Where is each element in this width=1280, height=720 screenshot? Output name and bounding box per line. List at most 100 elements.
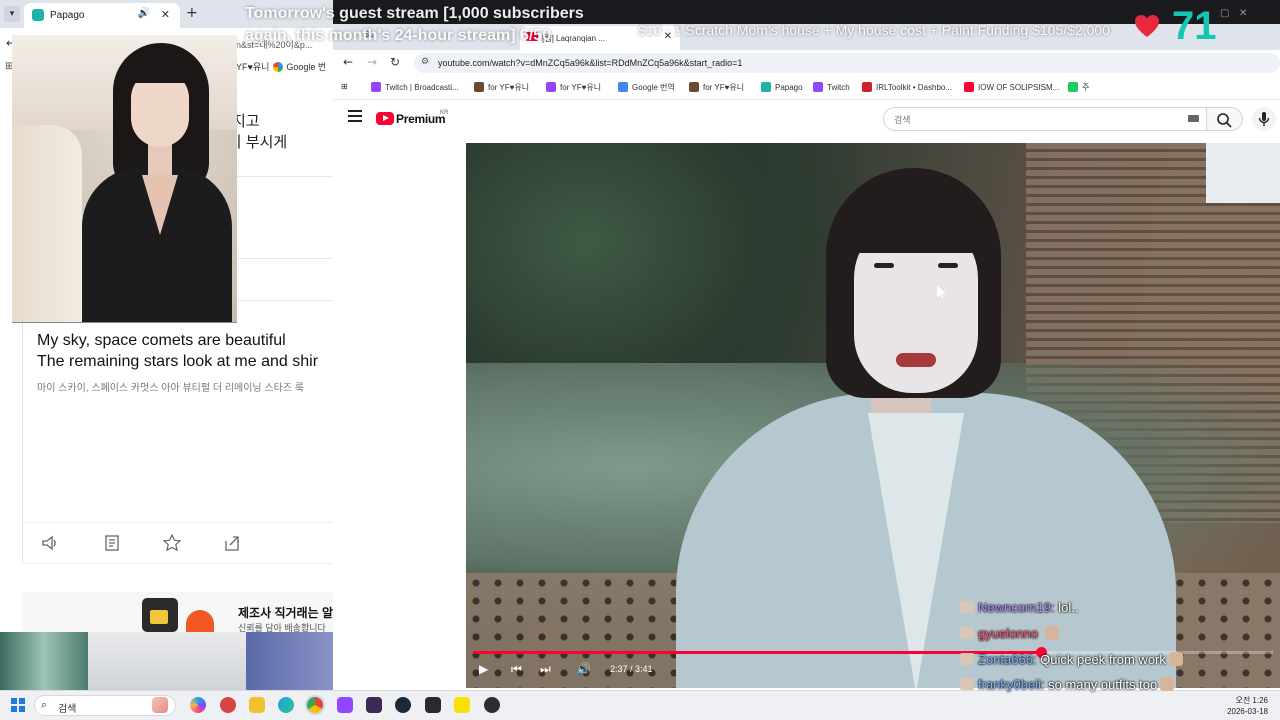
new-tab-button[interactable]: + <box>186 5 198 21</box>
search-button[interactable] <box>1207 107 1243 131</box>
thumbnail[interactable] <box>246 632 333 690</box>
clock-time: 오전 1:26 <box>1235 696 1268 705</box>
tab-close-icon[interactable]: ✕ <box>161 8 170 21</box>
youtube-logo-icon[interactable] <box>376 112 394 125</box>
ad-title[interactable]: 제조사 직거래는 알 <box>238 604 333 621</box>
speaker-icon[interactable] <box>40 533 60 553</box>
bookmark-icon <box>371 82 381 92</box>
search-placeholder: 검색 <box>894 115 911 125</box>
region-label: KR <box>440 110 449 116</box>
chat-avatar-icon <box>960 678 974 690</box>
search-app-icon[interactable] <box>220 697 236 713</box>
volume-icon[interactable]: 🔊 <box>576 662 591 676</box>
menu-icon[interactable] <box>348 110 362 122</box>
site-info-icon[interactable]: ⚙ <box>421 57 429 67</box>
tab-search-dropdown[interactable]: ▾ <box>4 6 20 22</box>
bookmark-item[interactable]: for YF♥유니 <box>546 82 601 93</box>
chat-emote-icon <box>1160 677 1175 691</box>
bookmark-item[interactable]: Twitch | Broadcasti... <box>371 82 459 92</box>
bookmark-item[interactable]: Google 번역 <box>618 82 675 93</box>
search-input[interactable] <box>883 107 1207 131</box>
chrome-icon[interactable] <box>307 697 323 713</box>
bookmark-label: for YF♥유니 <box>560 83 602 92</box>
youtube-logo-text[interactable]: Premium <box>396 112 446 126</box>
apps-grid-icon[interactable]: ⊞ <box>341 82 348 91</box>
address-text[interactable]: youtube.com/watch?v=dMnZCq5a96k&list=RDd… <box>438 58 742 68</box>
divider <box>236 176 333 177</box>
back-icon[interactable]: ← <box>343 55 353 69</box>
stream-goal-line-2: again, this month's 24-hour stream] 6/50 <box>245 27 552 44</box>
next-icon[interactable]: ⏭ <box>540 662 551 677</box>
chat-message: gyuelonno <box>960 626 1059 641</box>
kakaotalk-icon[interactable] <box>454 697 470 713</box>
previous-icon[interactable]: ⏮ <box>511 662 522 677</box>
app-icon[interactable] <box>484 697 500 713</box>
translation-actions-bar <box>22 522 333 564</box>
reload-icon[interactable]: ↻ <box>390 55 400 69</box>
notes-icon[interactable] <box>102 533 122 553</box>
bookmark-google-label[interactable]: Google 번 <box>286 62 326 72</box>
tab-audio-icon[interactable]: 🔊 <box>138 8 150 19</box>
thumbnail[interactable] <box>0 632 88 690</box>
windows-start-button[interactable] <box>11 698 25 712</box>
bookmark-item[interactable]: IOW OF SOLIPSISM... <box>964 82 1059 92</box>
edge-icon[interactable] <box>278 697 294 713</box>
divider <box>236 258 333 259</box>
file-explorer-icon[interactable] <box>249 697 265 713</box>
star-icon[interactable] <box>162 533 182 553</box>
microphone-icon <box>1258 112 1270 126</box>
forward-icon[interactable]: → <box>367 55 377 69</box>
funding-ticker: $10 - 1 Scratch Mom's house + My house c… <box>638 22 1110 38</box>
chat-message: Newncorn19: lol.. <box>960 600 1078 615</box>
obs-icon[interactable] <box>425 697 441 713</box>
video-player[interactable] <box>466 143 1280 688</box>
taskbar-clock[interactable]: 오전 1:26 2026-03-18 <box>1224 695 1268 717</box>
nexus-app-icon[interactable] <box>366 697 382 713</box>
bookmark-item[interactable]: for YF♥유니 <box>689 82 744 93</box>
chat-message: franky0beii: so many outfits too <box>960 677 1175 692</box>
ad-brand-logo <box>186 610 214 632</box>
bookmark-icon <box>964 82 974 92</box>
tab-papago-label: Papago <box>50 10 85 21</box>
bookmark-label: Google 번역 <box>632 83 675 92</box>
viewer-count: 71 <box>1172 4 1217 48</box>
chat-avatar-icon <box>960 601 974 613</box>
stream-goal-line-1: Tomorrow's guest stream [1,000 subscribe… <box>245 5 584 22</box>
thumbnail[interactable] <box>88 632 246 690</box>
share-icon[interactable] <box>222 533 242 553</box>
papago-bookmarks-bar[interactable]: YF♥유니 Google 번 <box>236 60 326 73</box>
tab-papago[interactable]: Papago 🔊 ✕ <box>24 3 180 28</box>
divider <box>236 300 333 301</box>
play-icon[interactable]: ▶ <box>479 662 488 676</box>
chat-username: gyuelonno <box>978 626 1038 641</box>
bookmark-label: for YF♥유니 <box>488 83 530 92</box>
keyboard-icon[interactable] <box>1188 115 1199 122</box>
chat-avatar-icon <box>960 627 974 639</box>
heart-icon <box>1135 15 1159 37</box>
bookmark-icon <box>1068 82 1078 92</box>
steam-icon[interactable] <box>395 697 411 713</box>
bookmark-item[interactable]: Papago <box>761 82 803 92</box>
chat-text: lol.. <box>1058 600 1079 615</box>
bookmark-icon <box>474 82 484 92</box>
bookmark-label: Twitch <box>827 83 850 92</box>
search-highlight-icon[interactable] <box>152 697 168 713</box>
bookmark-yf-label[interactable]: YF♥유니 <box>236 62 269 72</box>
voice-search-button[interactable] <box>1252 107 1276 131</box>
bookmark-item[interactable]: IRLToolkit • Dashbo... <box>862 82 952 92</box>
thumbnail-strip <box>0 632 333 690</box>
streamer-webcam <box>12 35 237 323</box>
chat-message: Zonta666: Quick peek from work <box>960 652 1183 667</box>
twitch-icon[interactable] <box>337 697 353 713</box>
bookmark-item[interactable]: Twitch <box>813 82 850 92</box>
copilot-icon[interactable] <box>190 697 206 713</box>
bookmark-icon <box>689 82 699 92</box>
bookmark-icon <box>546 82 556 92</box>
bookmark-item[interactable]: 주 <box>1068 82 1089 93</box>
ad-product-image <box>142 598 178 632</box>
chat-username: Zonta666: <box>978 652 1037 667</box>
bookmark-label: Papago <box>775 83 803 92</box>
bookmark-item[interactable]: for YF♥유니 <box>474 82 529 93</box>
bookmark-label: Twitch | Broadcasti... <box>385 83 459 92</box>
window-controls[interactable]: ▢ ✕ <box>1220 8 1247 19</box>
